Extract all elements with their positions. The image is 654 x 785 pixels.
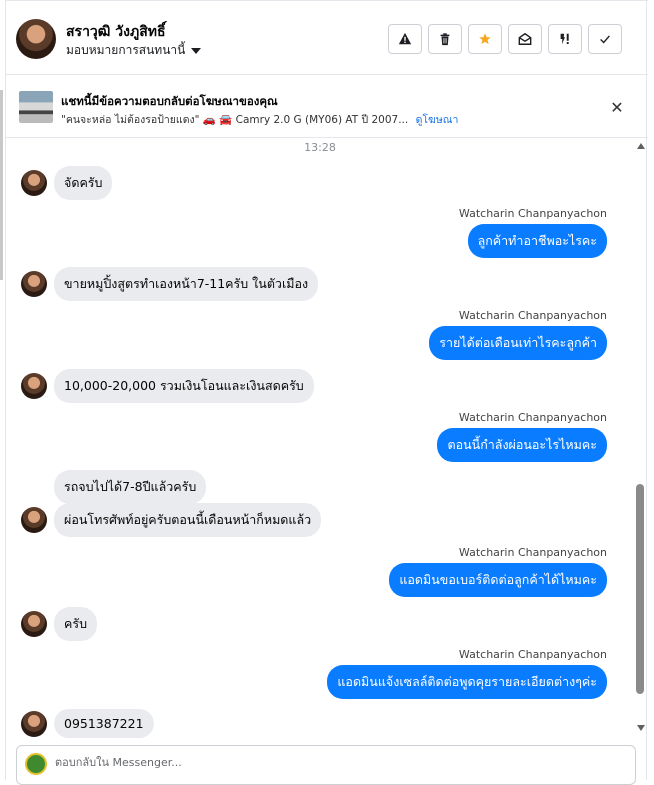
- message-incoming: ขายหมูปิ้งสูตรทำเองหน้า7-11ครับ ในตัวเมื…: [21, 267, 319, 301]
- message-bubble: ครับ: [54, 607, 98, 641]
- reply-composer: [16, 745, 636, 785]
- assign-label: มอบหมายการสนทนานี้: [66, 43, 186, 57]
- trash-icon: [440, 33, 450, 46]
- contact-avatar[interactable]: [21, 507, 47, 533]
- conversation-header: สราวุฒิ วังภูสิทธิ์ มอบหมายการสนทนานี้: [6, 0, 648, 75]
- message-sender-name: Watcharin Chanpanyachon: [458, 309, 607, 322]
- message-incoming: ผ่อนโทรศัพท์อยู่ครับตอนนี้เดือนหน้าก็หมด…: [21, 503, 322, 537]
- star-icon: [479, 33, 491, 45]
- message-scrollbar[interactable]: [634, 139, 648, 739]
- message-list: 13:28 จัดครับ Watcharin Chanpanyachon ลู…: [6, 139, 634, 739]
- message-sender-name: Watcharin Chanpanyachon: [458, 648, 607, 661]
- ad-banner-title: แชทนี้มีข้อความตอบกลับต่อโฆษณาของคุณ: [61, 94, 278, 108]
- scrollbar-thumb[interactable]: [636, 484, 644, 694]
- message-incoming: รถจบไปได้7-8ปีแล้วครับ: [21, 470, 207, 504]
- check-icon: [600, 35, 610, 44]
- message-incoming: จัดครับ: [21, 166, 113, 200]
- priority-icon: [560, 33, 569, 45]
- inbox-conversation-panel: สราวุฒิ วังภูสิทธิ์ มอบหมายการสนทนานี้ แ…: [5, 0, 648, 785]
- message-bubble-outgoing: แอดมินแจ้งเซลล์ติดต่อพูดคุยรายละเอียดต่า…: [327, 665, 607, 699]
- star-button[interactable]: [468, 24, 502, 54]
- mark-done-button[interactable]: [588, 24, 622, 54]
- delete-button[interactable]: [428, 24, 462, 54]
- contact-avatar[interactable]: [21, 271, 47, 297]
- message-timestamp: 13:28: [304, 141, 336, 154]
- warning-icon: [398, 32, 412, 45]
- message-bubble-outgoing: แอดมินขอเบอร์ติดต่อลูกค้าได้ไหมคะ: [389, 563, 607, 597]
- message-bubble-outgoing: ตอนนี้กำลังผ่อนอะไรไหมคะ: [437, 428, 607, 462]
- follow-up-button[interactable]: [548, 24, 582, 54]
- contact-avatar[interactable]: [21, 170, 47, 196]
- message-bubble: จัดครับ: [54, 166, 113, 200]
- message-bubble-outgoing: รายได้ต่อเดือนเท่าไรคะลูกค้า: [429, 326, 607, 360]
- contact-avatar[interactable]: [16, 19, 56, 59]
- ad-description: "คนจะหล่อ ไม่ต้องรอป้ายแดง" 🚗 🚘 Camry 2.…: [61, 114, 409, 126]
- envelope-open-icon: [518, 32, 532, 45]
- message-sender-name: Watcharin Chanpanyachon: [458, 411, 607, 424]
- message-sender-name: Watcharin Chanpanyachon: [458, 207, 607, 220]
- message-bubble: รถจบไปได้7-8ปีแล้วครับ: [54, 470, 207, 504]
- caret-down-icon: [191, 47, 202, 54]
- contact-avatar[interactable]: [21, 373, 47, 399]
- message-bubble: ผ่อนโทรศัพท์อยู่ครับตอนนี้เดือนหน้าก็หมด…: [54, 503, 322, 537]
- close-icon[interactable]: ✕: [606, 96, 628, 118]
- mark-unread-button[interactable]: [508, 24, 542, 54]
- assign-conversation-dropdown[interactable]: มอบหมายการสนทนานี้: [66, 41, 202, 60]
- message-incoming: 0951387221: [21, 709, 154, 738]
- ad-banner-subtitle: "คนจะหล่อ ไม่ต้องรอป้ายแดง" 🚗 🚘 Camry 2.…: [61, 111, 458, 128]
- reply-input[interactable]: [55, 756, 615, 769]
- message-bubble-outgoing: ลูกค้าทำอาชีพอะไรคะ: [467, 224, 607, 258]
- scroll-up-arrow-icon[interactable]: [637, 143, 645, 149]
- ad-reply-banner: แชทนี้มีข้อความตอบกลับต่อโฆษณาของคุณ "คน…: [6, 76, 648, 138]
- message-bubble: 0951387221: [54, 709, 154, 738]
- contact-avatar[interactable]: [21, 710, 47, 737]
- mark-spam-button[interactable]: [388, 24, 422, 54]
- message-bubble: 10,000-20,000 รวมเงินโอนและเงินสดครับ: [54, 369, 314, 403]
- message-bubble: ขายหมูปิ้งสูตรทำเองหน้า7-11ครับ ในตัวเมื…: [54, 267, 319, 301]
- contact-name[interactable]: สราวุฒิ วังภูสิทธิ์: [66, 21, 166, 43]
- scroll-down-arrow-icon[interactable]: [637, 725, 645, 731]
- message-incoming: 10,000-20,000 รวมเงินโอนและเงินสดครับ: [21, 369, 314, 403]
- page-avatar: [25, 753, 47, 775]
- window-edge: [0, 90, 3, 280]
- message-sender-name: Watcharin Chanpanyachon: [458, 546, 607, 559]
- contact-avatar[interactable]: [21, 611, 47, 637]
- conversation-actions: [388, 24, 622, 54]
- ad-thumbnail[interactable]: [19, 91, 53, 123]
- message-incoming: ครับ: [21, 607, 98, 641]
- view-ad-link[interactable]: ดูโฆษณา: [416, 114, 459, 126]
